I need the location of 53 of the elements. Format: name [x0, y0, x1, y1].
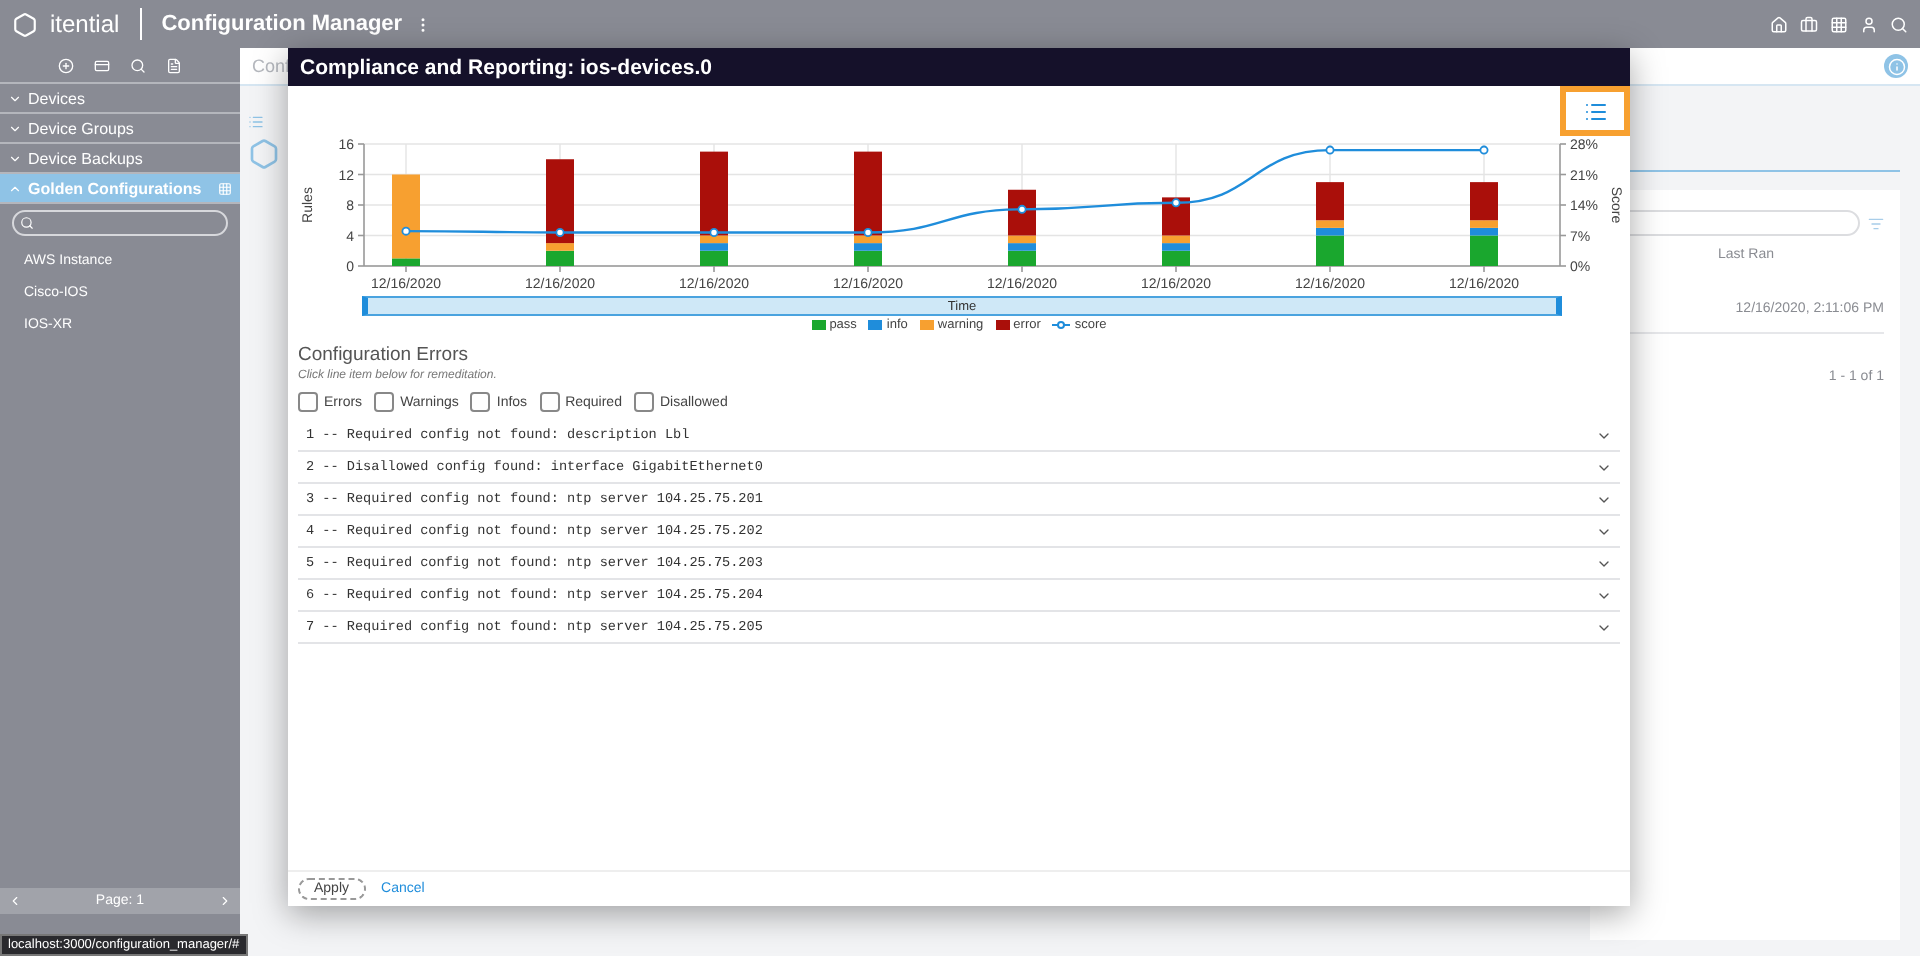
search-icon[interactable]	[130, 57, 146, 73]
section-title: Configuration Errors	[298, 344, 471, 366]
info-icon	[1887, 57, 1905, 75]
dialog-title: Compliance and Reporting: ios-devices.0	[300, 55, 712, 79]
list-view-button[interactable]	[1560, 86, 1630, 136]
chevron-down-icon	[8, 151, 22, 165]
search-icon	[20, 216, 34, 230]
chevron-up-icon	[8, 181, 22, 195]
chevron-down-icon	[8, 121, 22, 135]
legend-swatch	[868, 320, 883, 330]
info-button[interactable]	[1884, 54, 1908, 78]
score-point	[1017, 204, 1027, 214]
checkbox[interactable]	[298, 392, 318, 412]
search-field[interactable]	[12, 210, 228, 236]
search-icon[interactable]	[1890, 15, 1908, 33]
score-point	[1325, 145, 1335, 155]
checkbox[interactable]	[470, 392, 491, 412]
document-icon[interactable]	[166, 57, 182, 73]
line-marker-icon	[1052, 320, 1071, 330]
secondary-y-axis	[1559, 143, 1567, 267]
score-point	[555, 227, 565, 237]
score-point	[709, 227, 719, 237]
grid-icon[interactable]	[218, 181, 232, 195]
user-icon[interactable]	[1860, 15, 1878, 33]
home-icon[interactable]	[1770, 15, 1788, 33]
previous-icon[interactable]	[8, 894, 22, 908]
legend-swatch	[919, 320, 934, 330]
chevron-down-icon	[8, 91, 22, 105]
score-point	[1479, 145, 1489, 155]
y-axis	[357, 143, 365, 267]
logo-icon	[12, 11, 38, 37]
checkbox[interactable]	[539, 392, 560, 412]
add-icon[interactable]	[58, 57, 74, 73]
hexagon-icon	[248, 138, 280, 170]
checkbox[interactable]	[374, 392, 395, 412]
section-label: Golden Configurations	[28, 179, 202, 197]
section-label: Device Groups	[28, 119, 134, 137]
score-point	[863, 227, 873, 237]
checkbox[interactable]	[633, 392, 654, 412]
section-label: Device Backups	[28, 149, 143, 167]
list-icon	[248, 114, 264, 130]
next-icon[interactable]	[217, 894, 232, 908]
grid-icon[interactable]	[1830, 15, 1848, 33]
brand-name: itential	[50, 10, 120, 38]
score-point	[1171, 198, 1181, 208]
legend-swatch	[811, 320, 826, 330]
app-title: Configuration Manager	[161, 12, 403, 36]
section-label: Devices	[28, 89, 85, 107]
breadcrumb: Conf	[252, 56, 291, 76]
legend-swatch	[995, 320, 1010, 330]
score-point	[401, 226, 411, 236]
card-icon[interactable]	[94, 57, 110, 73]
briefcase-icon[interactable]	[1800, 15, 1818, 33]
